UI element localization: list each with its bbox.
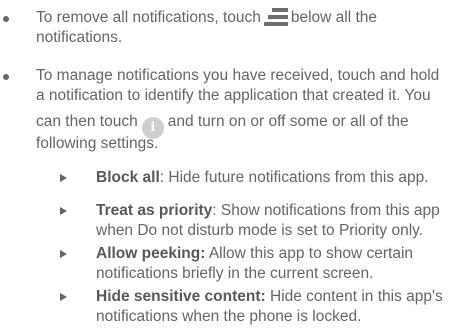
bullet-1-line-2: notifications. [36,29,123,46]
setting-treat-as-priority-line-2: when Do not disturb mode is set to Prior… [96,222,424,239]
sub-bullet-arrow [60,174,67,182]
bullet-2-line-3: can then touch i and turn on or off some o… [36,110,409,139]
bullet-1-text-before-icon: To remove all notifications, touch [36,9,261,26]
bullet-point [3,74,9,80]
setting-description: Hide future notifications from this app. [164,169,429,186]
setting-description: Hide content in this app's [265,288,443,305]
setting-description: Show notifications from this app [216,202,440,219]
setting-term: Block all [96,169,160,186]
bullet-2-text-before-icon: can then touch [36,113,138,130]
clear-all-icon [263,8,288,26]
bullet-2-line-2: a notification to identify the applicati… [36,87,431,104]
setting-term: Treat as priority [96,202,213,219]
bullet-1-text-after-icon: below all the [290,9,378,26]
setting-allow-peeking-line-2: notifications briefly in the current scr… [96,265,374,282]
setting-hide-sensitive-content-line-2: notifications when the phone is locked. [96,308,362,325]
sub-bullet-arrow [60,207,67,215]
sub-bullet-arrow [60,250,67,258]
bullet-2-line-1: To manage notifications you have receive… [36,67,440,84]
bullet-2-line-4: following settings. [36,135,159,152]
sub-bullet-arrow [60,293,67,301]
setting-term: Hide sensitive content: [96,288,266,305]
instruction-page: To remove all notifications, touch below … [0,0,465,328]
bullet-2-text-after-icon: and turn on or off some or all of the [167,113,409,130]
setting-treat-as-priority-line-1: Treat as priority: Show notifications fr… [96,201,440,221]
setting-block-all: Block all: Hide future notifications fro… [96,168,429,188]
setting-description: Allow this app to show certain [205,245,414,262]
bullet-1-line-1: To remove all notifications, touch below … [36,8,377,28]
setting-hide-sensitive-content-line-1: Hide sensitive content: Hide content in … [96,287,443,307]
setting-term: Allow peeking: [96,245,206,262]
bullet-point [3,16,9,22]
setting-allow-peeking-line-1: Allow peeking: Allow this app to show ce… [96,244,413,264]
